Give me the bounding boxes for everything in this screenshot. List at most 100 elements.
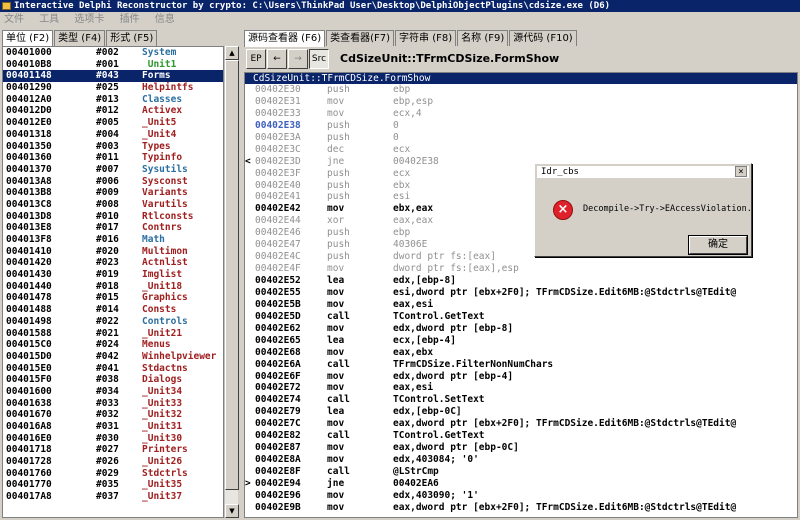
code-line[interactable]: 00402E68 mov eax,ebx — [245, 347, 797, 359]
menu-tools[interactable]: 工具 — [39, 12, 59, 28]
tab-class-viewer[interactable]: 类查看器(F7) — [326, 30, 395, 46]
code-line[interactable]: 00402E72 mov eax,esi — [245, 382, 797, 394]
unit-list-item[interactable]: 00401588 #021 _Unit21 — [3, 328, 223, 340]
code-mn: mov — [327, 286, 345, 298]
unit-list-item[interactable]: 004010B8 #001 Unit1 — [3, 59, 223, 71]
back-button[interactable]: ← — [267, 49, 287, 69]
code-line[interactable]: 00402E79 lea edx,[ebp-0C] — [245, 406, 797, 418]
scroll-down-arrow-icon[interactable]: ▼ — [225, 504, 239, 518]
code-line[interactable]: 00402E74 call TControl.SetText — [245, 394, 797, 406]
unit-list-item[interactable]: 004013C8 #008 Varutils — [3, 199, 223, 211]
unit-list-item[interactable]: 00401430 #019 Imglist — [3, 269, 223, 281]
unit-num: #043 — [96, 70, 119, 82]
unit-list-item[interactable]: 00401420 #023 Actnlist — [3, 257, 223, 269]
menu-plugins[interactable]: 插件 — [120, 12, 140, 28]
unit-list-item[interactable]: 00401360 #011 Typinfo — [3, 152, 223, 164]
code-line[interactable]: 00402E7C mov eax,dword ptr [ebx+2F0]; TFrm… — [245, 418, 797, 430]
unit-list-item[interactable]: 004016A8 #031 _Unit31 — [3, 421, 223, 433]
unit-list-item[interactable]: 004016E0 #030 _Unit30 — [3, 433, 223, 445]
unit-list-item[interactable]: 004013D8 #010 Rtlconsts — [3, 211, 223, 223]
code-line[interactable]: 00402E55 mov esi,dword ptr [ebx+2F0]; TFrm… — [245, 287, 797, 299]
unit-list-item[interactable]: 00401728 #026 _Unit26 — [3, 456, 223, 468]
unit-list-item[interactable]: 004012D0 #012 Activex — [3, 105, 223, 117]
ep-button[interactable]: EP — [246, 49, 266, 69]
unit-list-item[interactable]: 004015F0 #038 Dialogs — [3, 374, 223, 386]
unit-list-item[interactable]: 004012A0 #013 Classes — [3, 94, 223, 106]
tab-types[interactable]: 类型 (F4) — [54, 30, 106, 46]
unit-list[interactable]: 00401000 #002 System 004010B8 #001 Unit1 0040… — [2, 46, 224, 518]
code-line[interactable]: 00402E8A mov edx,403084; '0' — [245, 454, 797, 466]
unit-list-item[interactable]: 00401478 #015 Graphics — [3, 292, 223, 304]
unit-list-item[interactable]: 00401638 #033 _Unit33 — [3, 398, 223, 410]
unit-list-item[interactable]: 00401498 #022 Controls — [3, 316, 223, 328]
code-line[interactable]: 00402E5D call TControl.GetText — [245, 311, 797, 323]
ok-button[interactable]: 确定 — [688, 235, 748, 255]
unit-list-item[interactable]: 004015C0 #024 Menus — [3, 339, 223, 351]
unit-addr: 004010B8 — [6, 58, 52, 70]
unit-list-item[interactable]: 004013A8 #006 Sysconst — [3, 176, 223, 188]
unit-list-item[interactable]: 004015D0 #042 Winhelpviewer — [3, 351, 223, 363]
code-line[interactable]: 00402E62 mov edx,dword ptr [ebp-8] — [245, 323, 797, 335]
unit-list-item[interactable]: 00401770 #035 _Unit35 — [3, 479, 223, 491]
unit-list-item[interactable]: 00401290 #025 Helpintfs — [3, 82, 223, 94]
unit-list-scrollbar[interactable]: ▲ ▼ — [224, 46, 239, 518]
menu-tabs[interactable]: 选项卡 — [74, 12, 104, 28]
unit-name: _Unit30 — [142, 432, 183, 444]
unit-list-item[interactable]: 00401000 #002 System — [3, 47, 223, 59]
code-line[interactable]: 00402E96 mov edx,403090; '1' — [245, 490, 797, 502]
scroll-up-arrow-icon[interactable]: ▲ — [225, 46, 239, 60]
scroll-thumb[interactable] — [225, 60, 239, 490]
unit-list-item[interactable]: 00401370 #007 Sysutils — [3, 164, 223, 176]
unit-list-item[interactable]: 00401410 #020 Multimon — [3, 246, 223, 258]
code-line[interactable]: 00402E31 mov ebp,esp — [245, 96, 797, 108]
code-line[interactable]: 00402E3A push 0 — [245, 132, 797, 144]
src-button[interactable]: Src — [309, 49, 329, 69]
code-addr: 00402E3F — [255, 167, 301, 179]
code-line[interactable]: 00402E4F mov dword ptr fs:[eax],esp — [245, 263, 797, 275]
menu-info[interactable]: 信息 — [155, 12, 175, 28]
tab-forms[interactable]: 形式 (F5) — [106, 30, 158, 46]
unit-list-item[interactable]: 004013F8 #016 Math — [3, 234, 223, 246]
unit-list-item[interactable]: 00401670 #032 _Unit32 — [3, 409, 223, 421]
unit-list-item[interactable]: 00401440 #018 _Unit18 — [3, 281, 223, 293]
tab-units[interactable]: 单位 (F2) — [2, 30, 54, 47]
unit-num: #042 — [96, 350, 119, 362]
forward-button[interactable]: → — [288, 49, 308, 69]
code-line[interactable]: 00402E82 call TControl.GetText — [245, 430, 797, 442]
code-line[interactable]: 00402E9B mov eax,dword ptr [ebx+2F0]; TFrm… — [245, 502, 797, 514]
tab-code-viewer[interactable]: 源码查看器 (F6) — [244, 30, 326, 47]
code-mn: mov — [327, 370, 345, 382]
unit-list-item[interactable]: 004013B8 #009 Variants — [3, 187, 223, 199]
code-mn: mov — [327, 346, 345, 358]
code-line[interactable]: 00402E3C dec ecx — [245, 144, 797, 156]
unit-list-item[interactable]: 00401718 #027 Printers — [3, 444, 223, 456]
code-line[interactable]: 00402E87 mov eax,dword ptr [ebp-0C] — [245, 442, 797, 454]
unit-list-item[interactable]: 00401760 #029 Stdctrls — [3, 468, 223, 480]
unit-list-item[interactable]: 004012E0 #005 _Unit5 — [3, 117, 223, 129]
unit-list-item[interactable]: 00401318 #004 _Unit4 — [3, 129, 223, 141]
tab-strings[interactable]: 字符串 (F8) — [395, 30, 457, 46]
code-line[interactable]: >00402E94 jne 00402EA6 — [245, 478, 797, 490]
code-view[interactable]: CdSizeUnit::TFrmCDSize.FormShow 00402E30… — [244, 72, 798, 518]
code-line[interactable]: 00402E6F mov edx,dword ptr [ebp-4] — [245, 371, 797, 383]
unit-list-item[interactable]: 00401488 #014 Consts — [3, 304, 223, 316]
unit-list-item[interactable]: 004017A8 #037 _Unit37 — [3, 491, 223, 503]
code-line[interactable]: 00402E38 push 0 — [245, 120, 797, 132]
code-line[interactable]: 00402E65 lea ecx,[ebp-4] — [245, 335, 797, 347]
unit-list-item[interactable]: 00401148 #043 Forms — [3, 70, 223, 83]
code-line[interactable]: 00402E52 lea edx,[ebp-8] — [245, 275, 797, 287]
unit-list-item[interactable]: 004015E0 #041 Stdactns — [3, 363, 223, 375]
code-line[interactable]: 00402E5B mov eax,esi — [245, 299, 797, 311]
code-line[interactable]: 00402E33 mov ecx,4 — [245, 108, 797, 120]
close-icon[interactable]: × — [735, 166, 747, 177]
unit-list-item[interactable]: 00401600 #034 _Unit34 — [3, 386, 223, 398]
menu-file[interactable]: 文件 — [4, 12, 24, 28]
code-line[interactable]: 00402E6A call TFrmCDSize.FilterNonNumChars — [245, 359, 797, 371]
code-line[interactable]: 00402E30 push ebp — [245, 84, 797, 96]
code-line[interactable]: 00402E8F call @LStrCmp — [245, 466, 797, 478]
tab-source-code[interactable]: 源代码 (F10) — [509, 30, 577, 46]
unit-num: #020 — [96, 245, 119, 257]
tab-names[interactable]: 名称 (F9) — [457, 30, 509, 46]
unit-list-item[interactable]: 004013E8 #017 Contnrs — [3, 222, 223, 234]
unit-list-item[interactable]: 00401350 #003 Types — [3, 141, 223, 153]
